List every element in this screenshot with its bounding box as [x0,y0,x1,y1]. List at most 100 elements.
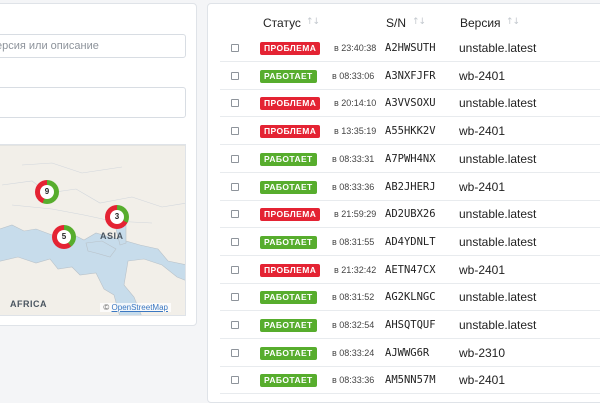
status-badge: РАБОТАЕТ [260,152,317,166]
serial-number: AHSQTQUF [385,319,436,331]
serial-number: AD4YDNLT [385,235,436,248]
firmware-version: wb-2401 [459,124,506,139]
status-time: в 08:31:52 [332,292,375,303]
status-time: в 08:33:36 [332,181,375,192]
table-row[interactable]: РАБОТАЕТ в 08:33:36 AB2JHERJ wb-2401 [220,174,600,201]
status-badge: ПРОБЛЕМА [260,125,321,139]
serial-number: AD2UBX26 [385,208,436,221]
devices-table: Статус ↑↓ S/N ↑↓ Версия ↑↓ ПРОБЛЕМА в 23:… [207,3,600,403]
table-row[interactable]: РАБОТАЕТ в 08:31:52 AG2KLNGC unstable.lates… [220,284,600,312]
status-time: в 23:40:38 [334,43,377,53]
sort-icon[interactable]: ↑↓ [506,17,520,27]
row-checkbox[interactable] [231,127,239,136]
sort-icon[interactable]: ↑↓ [412,17,426,27]
row-checkbox[interactable] [231,321,239,329]
map-cluster-count: 9 [40,185,54,199]
status-badge: ПРОБЛЕМА [260,263,321,277]
table-row[interactable]: РАБОТАЕТ в 08:33:36 AM5NN57M wb-2401 [220,367,600,395]
table-row[interactable]: ПРОБЛЕМА в 20:14:10 A3VVSOXU unstable.lates… [220,90,600,118]
map-cluster-count: 3 [110,210,124,224]
table-row[interactable]: ПРОБЛЕМА в 21:59:29 AD2UBX26 unstable.lates… [220,201,600,229]
column-header-serial[interactable]: S/N [386,16,406,30]
status-badge: РАБОТАЕТ [260,235,317,249]
row-checkbox[interactable] [231,44,239,52]
status-badge: РАБОТАЕТ [260,180,317,194]
table-row[interactable]: РАБОТАЕТ в 08:33:06 A3NXFJFR wb-2401 [220,63,600,90]
firmware-version: unstable.latest [459,151,537,166]
row-checkbox[interactable] [231,154,239,163]
status-badge: РАБОТАЕТ [260,319,317,332]
map-attribution: © OpenStreetMap [100,303,171,312]
row-checkbox[interactable] [231,210,239,219]
search-input[interactable] [0,34,186,58]
serial-number: A2HWSUTH [385,42,436,54]
serial-number: AJWWG6R [385,346,430,359]
serial-number: A7PWH4NX [385,152,436,165]
status-time: в 20:14:10 [334,98,377,109]
table-row[interactable]: ПРОБЛЕМА в 13:35:19 A55HKK2V wb-2401 [220,118,600,146]
firmware-version: unstable.latest [459,96,537,111]
sort-icon[interactable]: ↑↓ [306,17,320,27]
map-cluster-marker[interactable]: 3 [105,205,129,229]
serial-number: AB2JHERJ [385,180,436,193]
firmware-version: unstable.latest [459,318,537,332]
filter-field[interactable] [0,87,186,118]
table-row[interactable]: ПРОБЛЕМА в 23:40:38 A2HWSUTH unstable.lates… [220,35,600,62]
firmware-version: unstable.latest [459,234,537,249]
table-row[interactable]: РАБОТАЕТ в 08:31:55 AD4YDNLT unstable.lates… [220,229,600,256]
devices-filter-panel: 9 5 3 ASIA AFRICA © OpenStreetMap [0,3,197,326]
row-checkbox[interactable] [231,376,239,385]
status-time: в 08:31:55 [332,236,375,247]
firmware-version: unstable.latest [459,207,537,222]
status-time: в 13:35:19 [334,126,377,137]
map-cluster-marker[interactable]: 9 [35,180,59,204]
status-badge: ПРОБЛЕМА [260,42,321,55]
table-row[interactable]: РАБОТАЕТ в 08:33:24 AJWWG6R wb-2310 [220,340,600,367]
status-badge: ПРОБЛЕМА [260,208,321,222]
serial-number: A55HKK2V [385,125,436,138]
status-time: в 21:59:29 [334,209,377,220]
serial-number: AM5NN57M [385,374,436,387]
row-checkbox[interactable] [231,237,239,246]
serial-number: A3NXFJFR [385,69,436,82]
firmware-version: wb-2310 [459,345,506,360]
firmware-version: wb-2401 [459,373,506,388]
row-checkbox[interactable] [231,265,239,274]
table-row[interactable]: РАБОТАЕТ в 08:32:54 AHSQTQUF unstable.lates… [220,312,600,339]
map-label-africa: AFRICA [10,299,47,309]
map-label-asia: ASIA [100,231,124,241]
firmware-version: unstable.latest [459,290,537,305]
status-time: в 08:33:06 [332,70,375,81]
serial-number: AG2KLNGC [385,291,436,304]
firmware-version: wb-2401 [459,68,506,83]
row-checkbox[interactable] [231,99,239,108]
row-checkbox[interactable] [231,293,239,302]
status-badge: РАБОТАЕТ [260,69,317,83]
status-badge: РАБОТАЕТ [260,374,317,388]
row-checkbox[interactable] [231,348,239,357]
serial-number: AETN47CX [385,263,436,276]
status-badge: ПРОБЛЕМА [260,97,321,111]
column-header-status[interactable]: Статус [263,16,301,30]
copyright-icon: © [103,303,110,312]
status-badge: РАБОТАЕТ [260,291,317,305]
row-checkbox[interactable] [231,182,239,191]
status-time: в 08:32:54 [332,320,375,330]
devices-map[interactable]: 9 5 3 ASIA AFRICA © OpenStreetMap [0,144,186,316]
table-row[interactable]: РАБОТАЕТ в 08:33:31 A7PWH4NX unstable.lates… [220,146,600,173]
status-time: в 08:33:24 [332,347,375,358]
status-time: в 08:33:31 [332,153,375,164]
status-time: в 08:33:36 [332,375,375,386]
map-cluster-marker[interactable]: 5 [52,225,76,249]
firmware-version: unstable.latest [459,41,537,55]
firmware-version: wb-2401 [459,262,506,277]
map-attribution-link[interactable]: OpenStreetMap [112,303,168,312]
row-checkbox[interactable] [231,71,239,80]
map-land [0,145,185,315]
column-header-version[interactable]: Версия [460,16,501,30]
table-row[interactable]: ПРОБЛЕМА в 21:32:42 AETN47CX wb-2401 [220,257,600,284]
status-badge: РАБОТАЕТ [260,346,317,360]
serial-number: A3VVSOXU [385,97,436,110]
firmware-version: wb-2401 [459,179,506,194]
map-cluster-count: 5 [57,230,71,244]
